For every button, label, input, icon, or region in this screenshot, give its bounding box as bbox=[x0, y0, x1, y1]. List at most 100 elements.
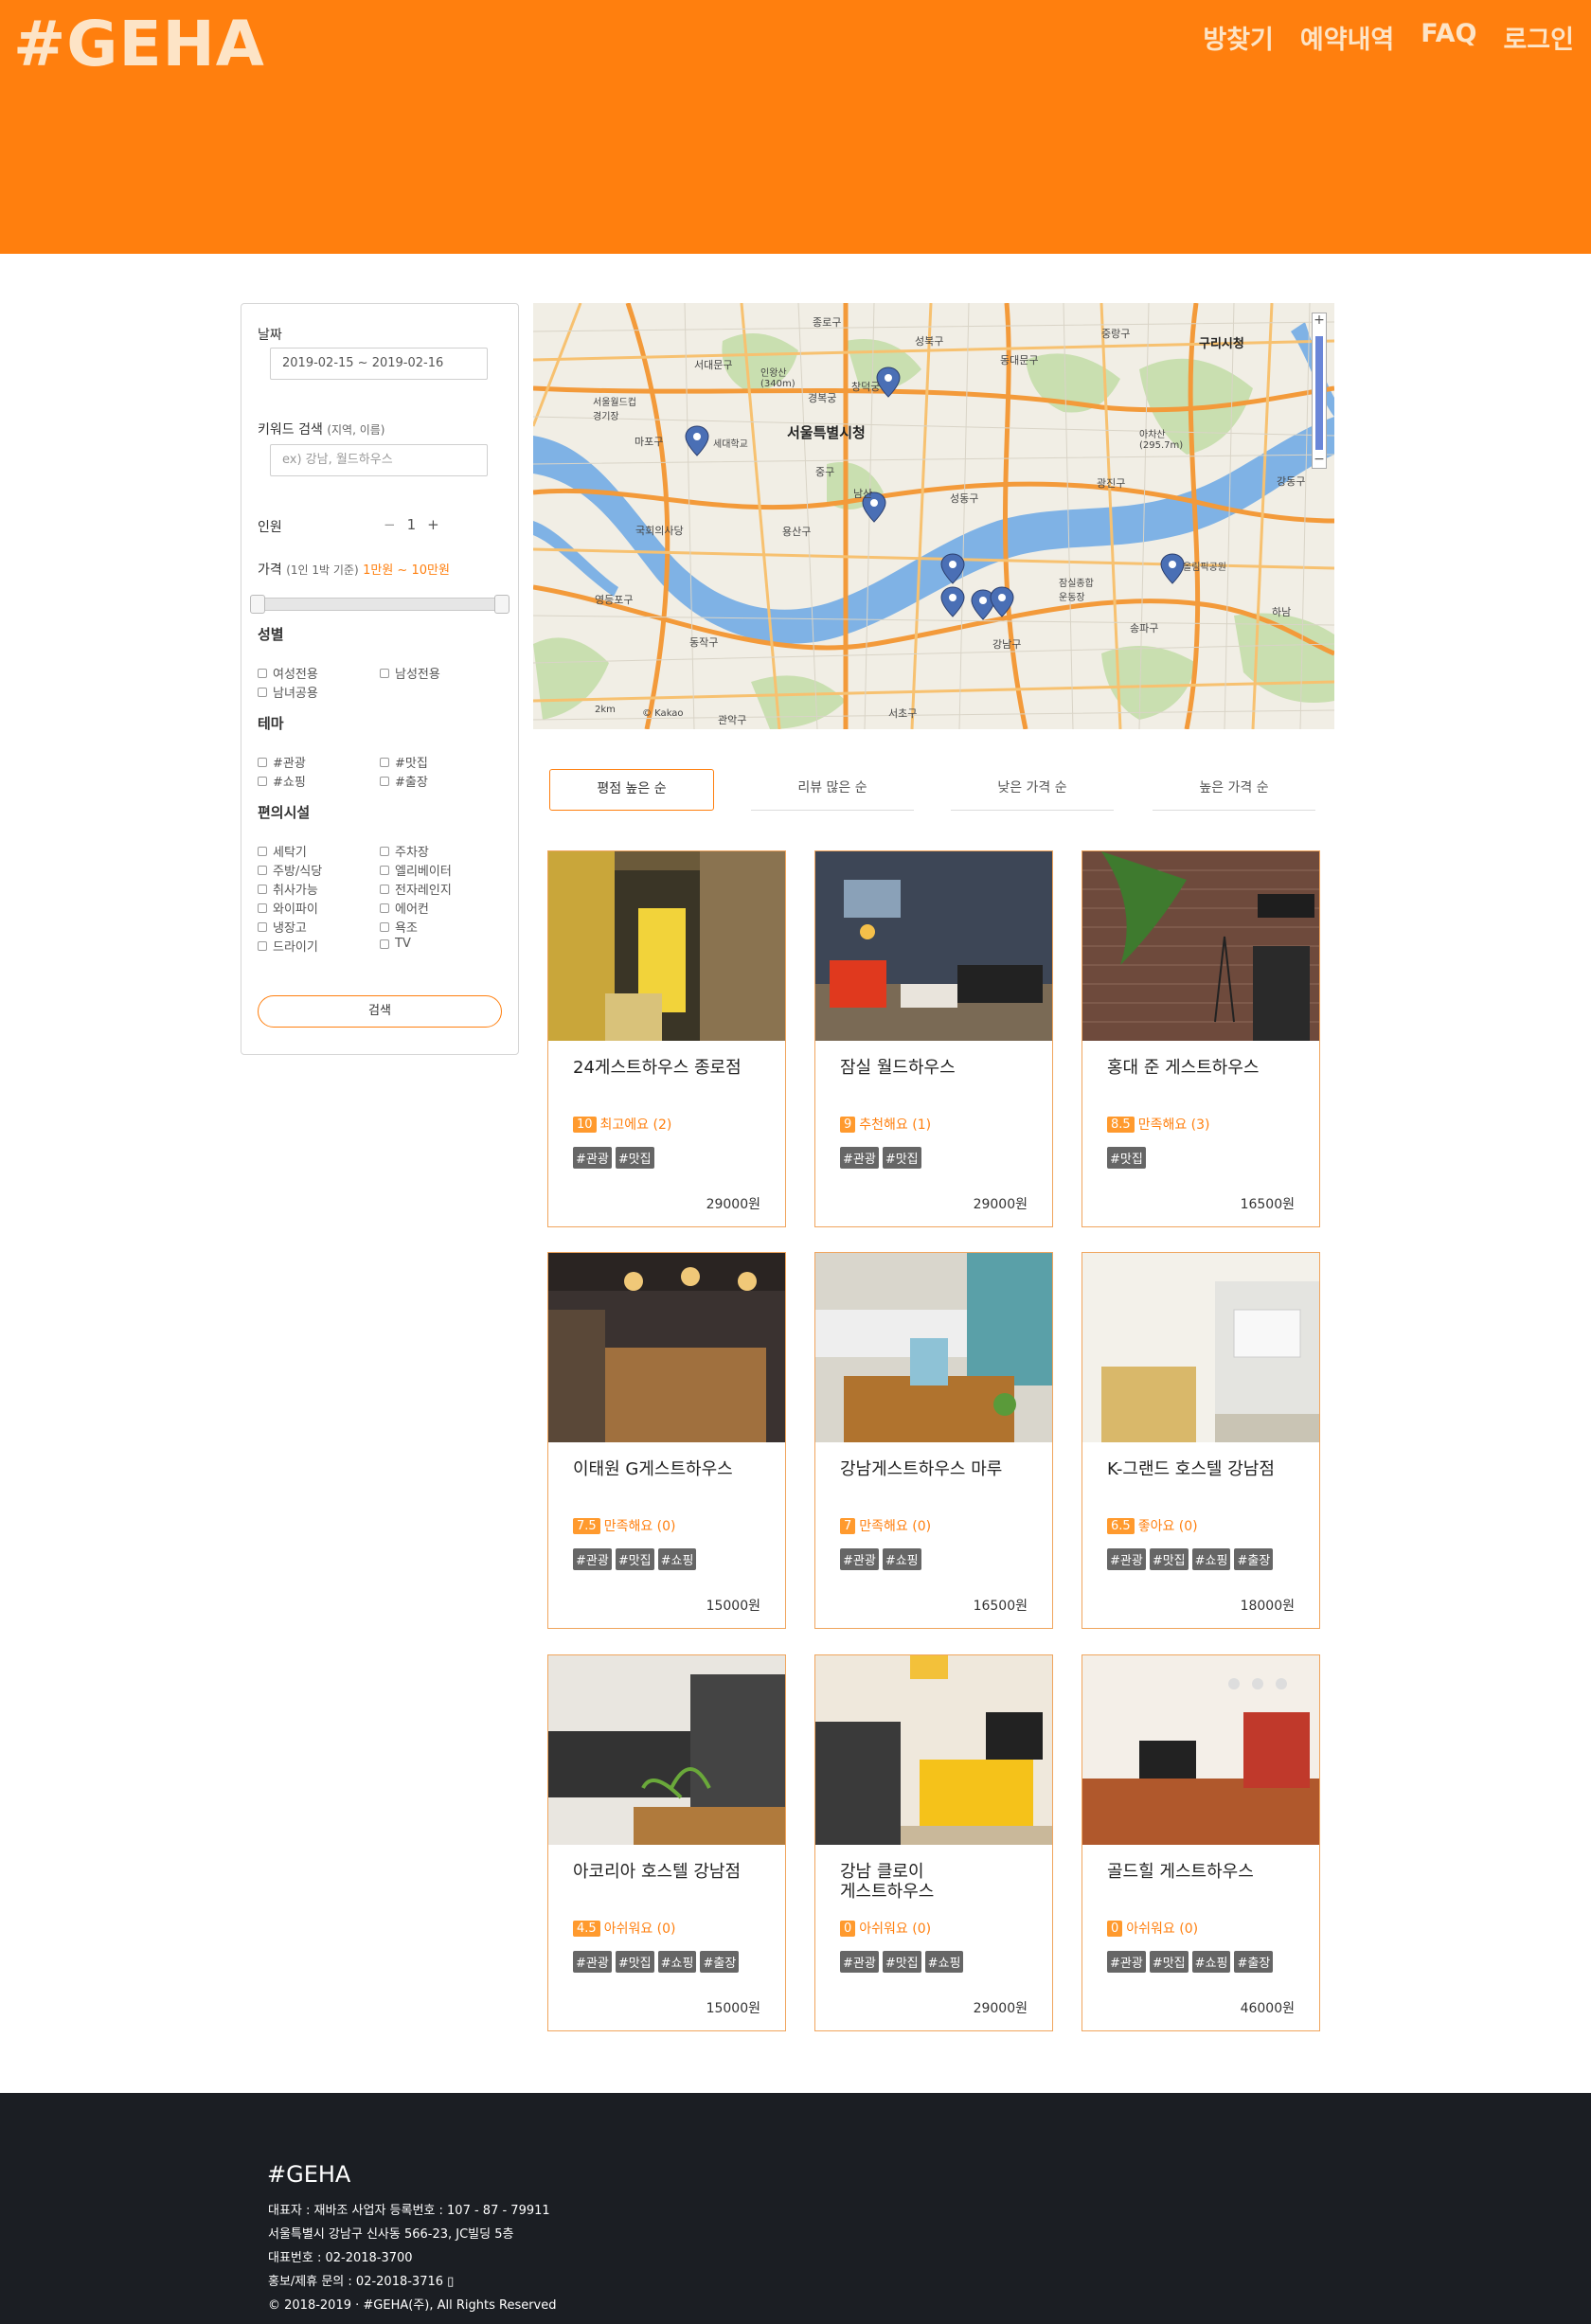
guesthouse-card[interactable]: 이태원 G게스트하우스 7.5 만족해요 (0) #관광 #맛집 #쇼핑 1500… bbox=[547, 1252, 786, 1629]
guesthouse-card[interactable]: 잠실 월드하우스 9 추천해요 (1) #관광 #맛집 29000원 bbox=[814, 850, 1053, 1227]
checkbox-box[interactable] bbox=[258, 903, 267, 913]
nav-reservations[interactable]: 예약내역 bbox=[1300, 19, 1394, 56]
checkbox-box[interactable] bbox=[258, 940, 267, 951]
card-title[interactable]: 강남 클로이 게스트하우스 bbox=[840, 1862, 1039, 1902]
room-photo[interactable] bbox=[548, 1655, 785, 1845]
guesthouse-card[interactable]: 24게스트하우스 종로점 10 최고에요 (2) #관광 #맛집 29000원 bbox=[547, 850, 786, 1227]
gender-female-checkbox[interactable]: 여성전용 bbox=[258, 664, 318, 682]
date-range-input[interactable]: 2019-02-15 ~ 2019-02-16 bbox=[270, 348, 488, 380]
nav-login[interactable]: 로그인 bbox=[1503, 19, 1574, 56]
facility-checkbox[interactable]: 전자레인지 bbox=[380, 880, 452, 898]
keyword-label-text: 키워드 검색 bbox=[258, 422, 323, 438]
map-canvas[interactable] bbox=[533, 303, 1334, 729]
price-slider-min-handle[interactable] bbox=[250, 595, 265, 614]
checkbox-box[interactable] bbox=[258, 757, 267, 767]
facility-checkbox[interactable]: 드라이기 bbox=[258, 937, 318, 955]
checkbox-box[interactable] bbox=[380, 865, 389, 875]
tag: #맛집 bbox=[1107, 1147, 1146, 1169]
card-price: 16500원 bbox=[1240, 1197, 1295, 1212]
facility-checkbox[interactable]: 와이파이 bbox=[258, 899, 318, 917]
keyword-search-input[interactable]: ex) 강남, 월드하우스 bbox=[270, 444, 488, 476]
nav-faq[interactable]: FAQ bbox=[1421, 19, 1476, 56]
card-title[interactable]: 이태원 G게스트하우스 bbox=[573, 1459, 772, 1479]
zoom-out-icon[interactable]: − bbox=[1313, 453, 1326, 468]
people-plus-button[interactable]: + bbox=[427, 516, 439, 533]
card-title[interactable]: 골드힐 게스트하우스 bbox=[1107, 1862, 1306, 1882]
card-title[interactable]: 24게스트하우스 종로점 bbox=[573, 1058, 772, 1078]
facility-checkbox[interactable]: 엘리베이터 bbox=[380, 861, 452, 879]
checkbox-box[interactable] bbox=[258, 668, 267, 678]
guesthouse-card[interactable]: 강남게스트하우스 마루 7 만족해요 (0) #관광 #쇼핑 16500원 bbox=[814, 1252, 1053, 1629]
room-photo[interactable] bbox=[815, 1655, 1052, 1845]
sort-tab-price-low[interactable]: 낮은 가격 순 bbox=[951, 769, 1114, 811]
checkbox-box[interactable] bbox=[380, 776, 389, 786]
price-slider-track[interactable] bbox=[258, 598, 502, 611]
room-photo[interactable] bbox=[1082, 1253, 1319, 1442]
room-photo[interactable] bbox=[548, 1253, 785, 1442]
map-label: 창덕궁 bbox=[851, 381, 881, 393]
nav-find-room[interactable]: 방찾기 bbox=[1203, 19, 1274, 56]
zoom-in-icon[interactable]: + bbox=[1313, 313, 1326, 329]
facility-checkbox[interactable]: 주방/식당 bbox=[258, 861, 322, 879]
room-photo[interactable] bbox=[1082, 851, 1319, 1041]
guesthouse-card[interactable]: K-그랜드 호스텔 강남점 6.5 좋아요 (0) #관광 #맛집 #쇼핑 #출장… bbox=[1082, 1252, 1320, 1629]
guesthouse-card[interactable]: 홍대 준 게스트하우스 8.5 만족해요 (3) #맛집 16500원 bbox=[1082, 850, 1320, 1227]
sort-tab-price-high[interactable]: 높은 가격 순 bbox=[1153, 769, 1315, 811]
checkbox-box[interactable] bbox=[258, 884, 267, 894]
checkbox-box[interactable] bbox=[258, 921, 267, 932]
facility-checkbox[interactable]: TV bbox=[380, 937, 411, 951]
theme-food-checkbox[interactable]: #맛집 bbox=[380, 753, 428, 771]
facility-checkbox[interactable]: 취사가능 bbox=[258, 880, 318, 898]
checkbox-box[interactable] bbox=[380, 884, 389, 894]
card-rating: 0 아쉬워요 (0) bbox=[1107, 1919, 1198, 1938]
map-label: 남산 bbox=[853, 488, 873, 500]
gender-mixed-checkbox[interactable]: 남녀공용 bbox=[258, 683, 318, 701]
people-minus-button[interactable]: − bbox=[384, 516, 396, 533]
checkbox-box[interactable] bbox=[258, 846, 267, 856]
map-view[interactable]: 종로구 성북구 동대문구 중랑구 구리시청 서대문구 인왕산 (340m) 경복… bbox=[533, 303, 1334, 729]
guesthouse-card[interactable]: 아코리아 호스텔 강남점 4.5 아쉬워요 (0) #관광 #맛집 #쇼핑 #출장… bbox=[547, 1654, 786, 2031]
rating-score: 7.5 bbox=[573, 1517, 600, 1534]
checkbox-box[interactable] bbox=[380, 921, 389, 932]
tag: #맛집 bbox=[615, 1951, 654, 1973]
zoom-slider[interactable] bbox=[1315, 336, 1323, 450]
map-zoom-control[interactable]: + − bbox=[1312, 313, 1327, 469]
facility-checkbox[interactable]: 냉장고 bbox=[258, 918, 307, 936]
card-title[interactable]: 홍대 준 게스트하우스 bbox=[1107, 1058, 1306, 1078]
room-photo[interactable] bbox=[1082, 1655, 1319, 1845]
facility-checkbox[interactable]: 욕조 bbox=[380, 918, 418, 936]
facility-checkbox[interactable]: 세탁기 bbox=[258, 842, 307, 860]
map-label: 강남구 bbox=[992, 638, 1022, 651]
card-title[interactable]: 아코리아 호스텔 강남점 bbox=[573, 1862, 772, 1882]
checkbox-box[interactable] bbox=[380, 668, 389, 678]
search-button[interactable]: 검색 bbox=[258, 995, 502, 1028]
room-photo[interactable] bbox=[815, 1253, 1052, 1442]
checkbox-box[interactable] bbox=[380, 903, 389, 913]
logo[interactable]: #GEHA bbox=[13, 8, 265, 80]
sort-tab-reviews[interactable]: 리뷰 많은 순 bbox=[751, 769, 914, 811]
card-title[interactable]: 강남게스트하우스 마루 bbox=[840, 1459, 1039, 1479]
room-photo[interactable] bbox=[815, 851, 1052, 1041]
card-title[interactable]: K-그랜드 호스텔 강남점 bbox=[1107, 1459, 1306, 1479]
map-label: 동대문구 bbox=[1000, 354, 1039, 366]
sort-tab-rating[interactable]: 평점 높은 순 bbox=[549, 769, 714, 811]
guesthouse-card[interactable]: 강남 클로이 게스트하우스 0 아쉬워요 (0) #관광 #맛집 #쇼핑 2900… bbox=[814, 1654, 1053, 2031]
checkbox-box[interactable] bbox=[380, 846, 389, 856]
theme-shopping-checkbox[interactable]: #쇼핑 bbox=[258, 772, 306, 790]
theme-tour-checkbox[interactable]: #관광 bbox=[258, 753, 306, 771]
checkbox-box[interactable] bbox=[380, 757, 389, 767]
guesthouse-card[interactable]: 골드힐 게스트하우스 0 아쉬워요 (0) #관광 #맛집 #쇼핑 #출장 460… bbox=[1082, 1654, 1320, 2031]
checkbox-box[interactable] bbox=[258, 687, 267, 697]
facility-checkbox[interactable]: 에어컨 bbox=[380, 899, 429, 917]
checkbox-box[interactable] bbox=[258, 776, 267, 786]
card-title[interactable]: 잠실 월드하우스 bbox=[840, 1058, 1039, 1078]
rating-text: 좋아요 (0) bbox=[1137, 1519, 1198, 1534]
price-slider-max-handle[interactable] bbox=[494, 595, 509, 614]
theme-business-checkbox[interactable]: #출장 bbox=[380, 772, 428, 790]
facility-checkbox[interactable]: 주차장 bbox=[380, 842, 429, 860]
checkbox-box[interactable] bbox=[258, 865, 267, 875]
room-photo[interactable] bbox=[548, 851, 785, 1041]
facility-heading: 편의시설 bbox=[258, 804, 311, 821]
gender-male-checkbox[interactable]: 남성전용 bbox=[380, 664, 440, 682]
checkbox-box[interactable] bbox=[380, 939, 389, 949]
